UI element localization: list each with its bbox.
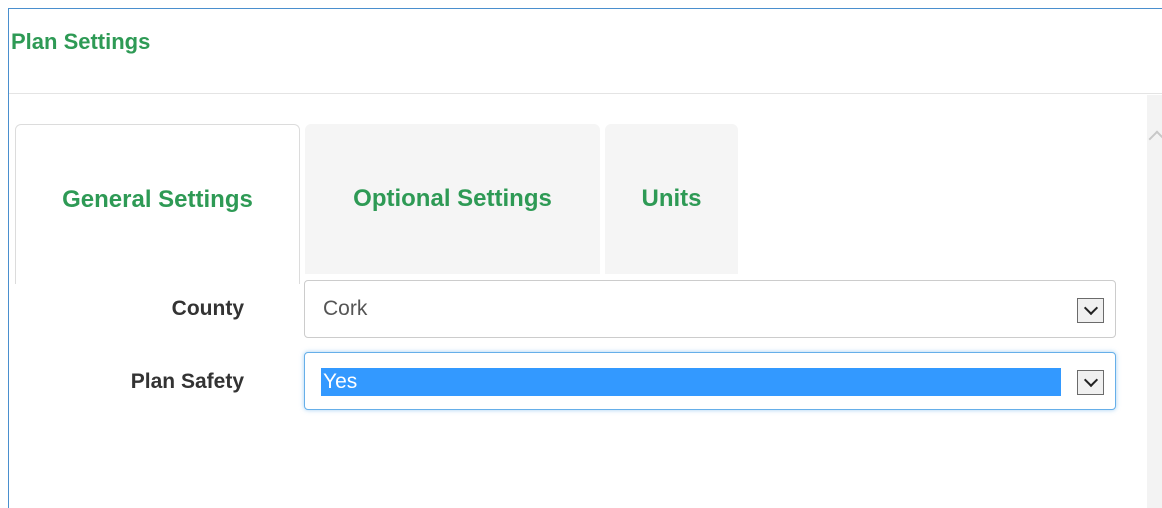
plan-safety-select[interactable]: Yes xyxy=(304,352,1116,410)
panel-header: Plan Settings xyxy=(9,9,1162,94)
county-label: County xyxy=(171,297,244,320)
tab-label: Units xyxy=(641,185,702,212)
tab-label: Optional Settings xyxy=(353,185,552,212)
tab-units[interactable]: Units xyxy=(605,124,738,274)
plan-settings-panel: Plan Settings General Settings Optional … xyxy=(8,8,1162,508)
tab-general-settings[interactable]: General Settings xyxy=(15,124,300,284)
county-select[interactable]: Cork xyxy=(304,280,1116,338)
tab-optional-settings[interactable]: Optional Settings xyxy=(305,124,600,274)
plan-safety-select-value: Yes xyxy=(323,370,358,393)
selected-option-highlight: Yes xyxy=(321,368,1061,396)
plan-safety-label: Plan Safety xyxy=(130,370,244,393)
scrollbar[interactable] xyxy=(1147,95,1162,508)
panel-title: Plan Settings xyxy=(11,29,151,54)
scroll-up-icon[interactable] xyxy=(1148,130,1162,148)
chevron-down-icon[interactable] xyxy=(1077,298,1104,323)
county-select-value: Cork xyxy=(323,297,368,320)
tab-label: General Settings xyxy=(62,185,253,213)
chevron-down-icon[interactable] xyxy=(1077,370,1104,395)
